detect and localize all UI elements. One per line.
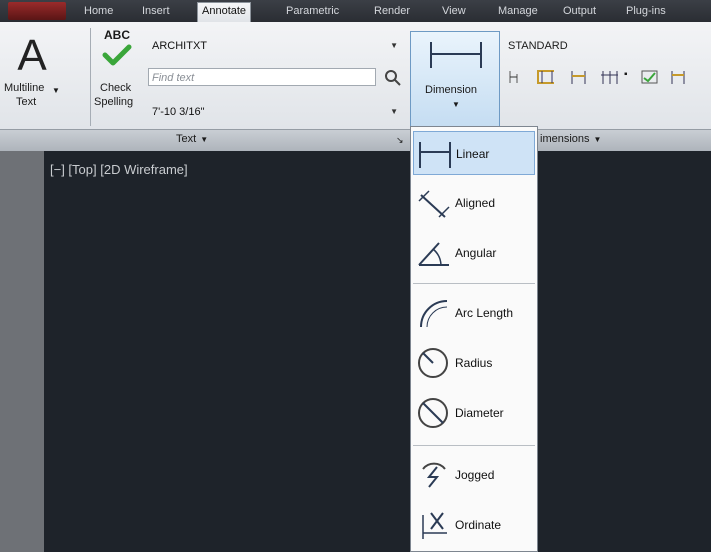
dimension-break-icon[interactable]	[600, 68, 618, 86]
application-menu-button[interactable]	[8, 2, 66, 20]
check-spelling-button[interactable]: ABC Check Spelling	[94, 26, 146, 126]
arc-length-icon	[420, 300, 448, 328]
baseline-dimension-icon[interactable]	[536, 68, 554, 86]
text-height-value: 7'-10 3/16"	[152, 106, 205, 118]
menu-item-label: Arc Length	[455, 306, 514, 320]
text-panel-title[interactable]: Text ▼	[176, 133, 208, 145]
tab-output[interactable]: Output	[559, 3, 600, 20]
menu-item-label: Ordinate	[455, 518, 502, 532]
find-replace-icon[interactable]	[384, 69, 402, 87]
quick-dimension-icon[interactable]	[508, 68, 526, 86]
menu-separator	[413, 445, 535, 446]
linear-dimension-icon	[419, 142, 451, 168]
menu-item-linear[interactable]: Linear	[413, 131, 535, 175]
menu-item-label: Linear	[456, 147, 490, 161]
radius-icon	[418, 348, 448, 378]
menu-separator	[413, 283, 535, 284]
diameter-icon	[418, 398, 448, 428]
spelling-label: Spelling	[94, 96, 134, 108]
ordinate-icon	[422, 512, 447, 539]
check-mark-icon	[102, 44, 132, 66]
multiline-text-icon: A	[17, 31, 47, 74]
viewport-left-strip	[0, 151, 44, 552]
dimensions-panel-title-label: imensions	[540, 133, 590, 145]
tab-render[interactable]: Render	[370, 3, 414, 20]
tab-view[interactable]: View	[438, 3, 470, 20]
dialog-launcher-icon[interactable]: ↘	[396, 135, 404, 146]
chevron-down-icon: ▼	[593, 135, 602, 144]
dimension-update-icon[interactable]	[670, 68, 688, 86]
svg-text:A: A	[17, 31, 47, 74]
tab-annotate[interactable]: Annotate	[197, 2, 252, 23]
multiline-label: Multiline	[4, 82, 45, 94]
dimension-space-icon[interactable]	[570, 68, 588, 86]
menu-item-label: Angular	[455, 246, 497, 260]
drawing-viewport[interactable]	[0, 151, 711, 552]
menu-item-label: Aligned	[455, 196, 496, 210]
dimension-button[interactable]: Dimension ▼	[410, 31, 500, 127]
inspect-dimension-icon[interactable]	[640, 68, 658, 86]
chevron-down-icon: ▼	[200, 135, 209, 144]
check-label: Check	[100, 82, 132, 94]
chevron-down-icon: ▼	[52, 86, 60, 95]
dim-style-value[interactable]: STANDARD	[508, 40, 568, 52]
find-text-input[interactable]: Find text	[148, 68, 376, 86]
divider	[90, 28, 91, 126]
find-text-placeholder: Find text	[152, 72, 195, 84]
linear-dimension-icon	[430, 42, 482, 68]
tab-home[interactable]: Home	[80, 3, 117, 20]
multiline-text-button[interactable]: A Multiline Text ▼	[2, 26, 62, 126]
tab-manage[interactable]: Manage	[494, 3, 542, 20]
text-style-select[interactable]: ARCHITXT ▼	[148, 36, 402, 54]
text-height-select[interactable]: 7'-10 3/16" ▼	[148, 102, 402, 120]
menu-item-diameter[interactable]: Diameter	[413, 391, 535, 435]
text-label: Text	[16, 96, 37, 108]
chevron-down-icon[interactable]: ▪	[624, 69, 628, 80]
text-panel-title-label: Text	[176, 133, 197, 145]
menu-item-label: Jogged	[455, 468, 495, 482]
menu-item-radius[interactable]: Radius	[413, 341, 535, 385]
menu-item-label: Radius	[455, 356, 493, 370]
ribbon-panel-footer: Text ▼ ↘ imensions ▼	[0, 129, 711, 151]
jogged-icon	[422, 462, 446, 488]
chevron-down-icon: ▼	[390, 107, 398, 116]
tab-parametric[interactable]: Parametric	[282, 3, 343, 20]
tab-plug-ins[interactable]: Plug-ins	[622, 3, 670, 20]
angular-dimension-icon	[418, 242, 449, 266]
viewport-controls-label[interactable]: [−] [Top] [2D Wireframe]	[50, 162, 188, 177]
dimension-label: Dimension	[425, 84, 477, 96]
dimension-dropdown-menu: Linear Aligned Angular Arc Length Radius	[410, 126, 538, 552]
menu-item-label: Diameter	[455, 406, 504, 420]
menu-item-angular[interactable]: Angular	[413, 231, 535, 275]
abc-label: ABC	[104, 28, 130, 42]
menu-item-aligned[interactable]: Aligned	[413, 181, 535, 225]
tab-insert[interactable]: Insert	[138, 3, 174, 20]
text-style-value: ARCHITXT	[152, 40, 207, 52]
ribbon-tab-bar: Home Insert Annotate Parametric Render V…	[0, 0, 711, 23]
menu-item-arc-length[interactable]: Arc Length	[413, 291, 535, 335]
aligned-dimension-icon	[418, 190, 450, 218]
menu-item-ordinate[interactable]: Ordinate	[413, 503, 535, 547]
chevron-down-icon: ▼	[390, 41, 398, 50]
menu-item-jogged[interactable]: Jogged	[413, 453, 535, 497]
chevron-down-icon: ▼	[452, 100, 460, 109]
dimensions-panel-title[interactable]: imensions ▼	[540, 133, 601, 145]
